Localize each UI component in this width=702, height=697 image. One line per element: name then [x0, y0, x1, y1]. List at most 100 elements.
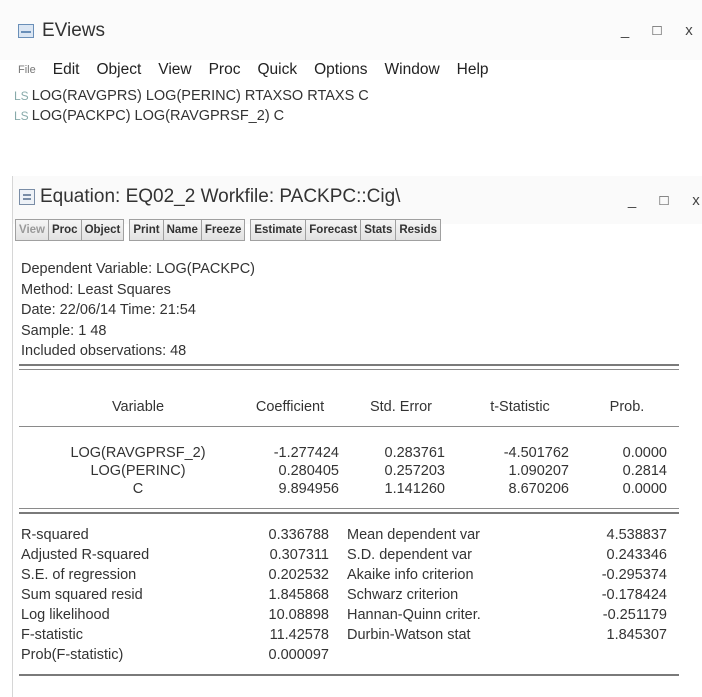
- stat-value-2: 0.243346: [606, 547, 667, 563]
- row-variable: LOG(RAVGPRSF_2): [70, 445, 206, 461]
- menu-options[interactable]: Options: [314, 58, 367, 82]
- table-top-rule-2: [19, 369, 679, 370]
- command-text: LOG(PACKPC) LOG(RAVGPRSF_2) C: [31, 108, 285, 124]
- col-header-std-error: Std. Error: [369, 399, 433, 415]
- estimation-header: Dependent Variable: LOG(PACKPC) Method: …: [21, 259, 255, 362]
- stat-value: 0.000097: [268, 647, 329, 663]
- toolbar-freeze-button[interactable]: Freeze: [200, 219, 246, 241]
- command-line[interactable]: LS LOG(RAVGPRS) LOG(PERINC) RTAXSO RTAXS …: [14, 86, 694, 106]
- stat-value: 0.336788: [268, 527, 329, 543]
- stat-value-2: 1.845307: [606, 627, 667, 643]
- stat-label-2: Durbin-Watson stat: [347, 627, 471, 643]
- stat-label: F-statistic: [21, 627, 84, 643]
- regression-output: Dependent Variable: LOG(PACKPC) Method: …: [13, 246, 702, 697]
- menu-view[interactable]: View: [158, 58, 191, 82]
- row-prob: 0.0000: [622, 481, 667, 497]
- app-title-bar: EViews _ □ x: [0, 0, 702, 60]
- stat-label-2: Akaike info criterion: [347, 567, 474, 583]
- row-std-error: 1.141260: [384, 481, 445, 497]
- equation-title-bar[interactable]: Equation: EQ02_2 Workfile: PACKPC::Cig\ …: [13, 176, 702, 224]
- command-prefix: LS: [14, 109, 29, 123]
- app-window-controls: _ □ x: [618, 22, 696, 39]
- equation-window: Equation: EQ02_2 Workfile: PACKPC::Cig\ …: [12, 176, 702, 697]
- stat-label: Prob(F-statistic): [21, 647, 124, 663]
- dependent-variable-line: Dependent Variable: LOG(PACKPC): [21, 261, 255, 277]
- menu-quick[interactable]: Quick: [257, 58, 297, 82]
- menu-object[interactable]: Object: [96, 58, 141, 82]
- row-t-statistic: 8.670206: [508, 481, 569, 497]
- col-header-prob: Prob.: [609, 399, 645, 415]
- row-t-statistic: -4.501762: [503, 445, 569, 461]
- stat-label: Adjusted R-squared: [21, 547, 150, 563]
- table-top-rule: [19, 364, 679, 366]
- row-prob: 0.2814: [622, 463, 667, 479]
- method-line: Method: Least Squares: [21, 281, 171, 298]
- stat-value-2: -0.251179: [602, 607, 667, 623]
- menu-window[interactable]: Window: [385, 58, 440, 82]
- command-window[interactable]: LS LOG(RAVGPRS) LOG(PERINC) RTAXSO RTAXS …: [14, 86, 694, 176]
- row-std-error: 0.283761: [384, 445, 445, 461]
- header-rule: [19, 426, 679, 427]
- equation-window-controls: _ □ x: [625, 192, 702, 209]
- close-button[interactable]: x: [682, 22, 696, 39]
- toolbar-forecast-button[interactable]: Forecast: [305, 219, 362, 241]
- toolbar-print-button[interactable]: Print: [129, 219, 164, 241]
- equation-maximize-button[interactable]: □: [657, 192, 671, 209]
- row-variable: C: [132, 481, 144, 497]
- row-std-error: 0.257203: [384, 463, 445, 479]
- command-prefix: LS: [14, 89, 29, 103]
- maximize-button[interactable]: □: [650, 22, 664, 39]
- toolbar-view-button[interactable]: View: [15, 219, 49, 241]
- command-line[interactable]: LS LOG(PACKPC) LOG(RAVGPRSF_2) C: [14, 106, 694, 126]
- stat-label-2: Schwarz criterion: [347, 587, 459, 603]
- equation-window-title: Equation: EQ02_2 Workfile: PACKPC::Cig\: [40, 186, 401, 207]
- row-coefficient: 9.894956: [278, 481, 339, 497]
- command-text: LOG(RAVGPRS) LOG(PERINC) RTAXSO RTAXS C: [31, 88, 369, 104]
- stat-label-2: Hannan-Quinn criter.: [347, 607, 481, 623]
- toolbar-proc-button[interactable]: Proc: [48, 219, 82, 241]
- col-header-variable: Variable: [111, 399, 165, 415]
- equation-toolbar: View Proc Object Print Name Freeze Estim…: [15, 219, 442, 241]
- row-t-statistic: 1.090207: [508, 463, 569, 479]
- row-coefficient: 0.280405: [278, 463, 339, 479]
- stat-value: 10.08898: [268, 607, 329, 623]
- row-prob: 0.0000: [622, 445, 667, 461]
- stat-value: 11.42578: [269, 627, 329, 643]
- stat-value-2: -0.178424: [601, 587, 667, 603]
- mid-rule: [19, 508, 679, 509]
- col-header-t-statistic: t-Statistic: [490, 399, 550, 415]
- stat-label: Sum squared resid: [21, 587, 143, 603]
- sample-line: Sample: 1 48: [21, 322, 107, 339]
- menu-bar: File Edit Object View Proc Quick Options…: [18, 58, 489, 82]
- toolbar-stats-button[interactable]: Stats: [360, 219, 397, 241]
- stat-value: 0.202532: [268, 567, 329, 583]
- row-coefficient: -1.277424: [273, 445, 339, 461]
- stat-value: 1.845868: [268, 587, 329, 603]
- stat-label-2: Mean dependent var: [347, 527, 481, 543]
- minimize-button[interactable]: _: [618, 22, 632, 39]
- menu-help[interactable]: Help: [457, 58, 489, 82]
- date-line: Date: 22/06/14 Time: 21:54: [21, 302, 196, 318]
- menu-edit[interactable]: Edit: [53, 58, 80, 82]
- stat-value-2: -0.295374: [601, 567, 667, 583]
- toolbar-object-button[interactable]: Object: [80, 219, 125, 241]
- row-variable: LOG(PERINC): [90, 463, 186, 479]
- menu-file[interactable]: File: [18, 58, 36, 82]
- toolbar-estimate-button[interactable]: Estimate: [250, 219, 307, 241]
- menu-proc[interactable]: Proc: [209, 58, 241, 82]
- toolbar-resids-button[interactable]: Resids: [395, 219, 442, 241]
- equation-close-button[interactable]: x: [689, 192, 702, 209]
- mid-rule-2: [19, 512, 679, 514]
- observations-line: Included observations: 48: [21, 343, 187, 359]
- stat-label: S.E. of regression: [21, 567, 137, 583]
- stat-value: 0.307311: [269, 547, 329, 563]
- toolbar-name-button[interactable]: Name: [162, 219, 202, 241]
- stat-label: Log likelihood: [21, 607, 110, 623]
- equation-window-icon: [19, 189, 35, 205]
- eviews-app-icon: [18, 24, 34, 38]
- stat-label-2: S.D. dependent var: [347, 547, 472, 563]
- table-bottom-rule: [19, 674, 679, 676]
- stat-label: R-squared: [21, 527, 89, 543]
- equation-minimize-button[interactable]: _: [625, 192, 639, 209]
- stat-value-2: 4.538837: [606, 527, 667, 543]
